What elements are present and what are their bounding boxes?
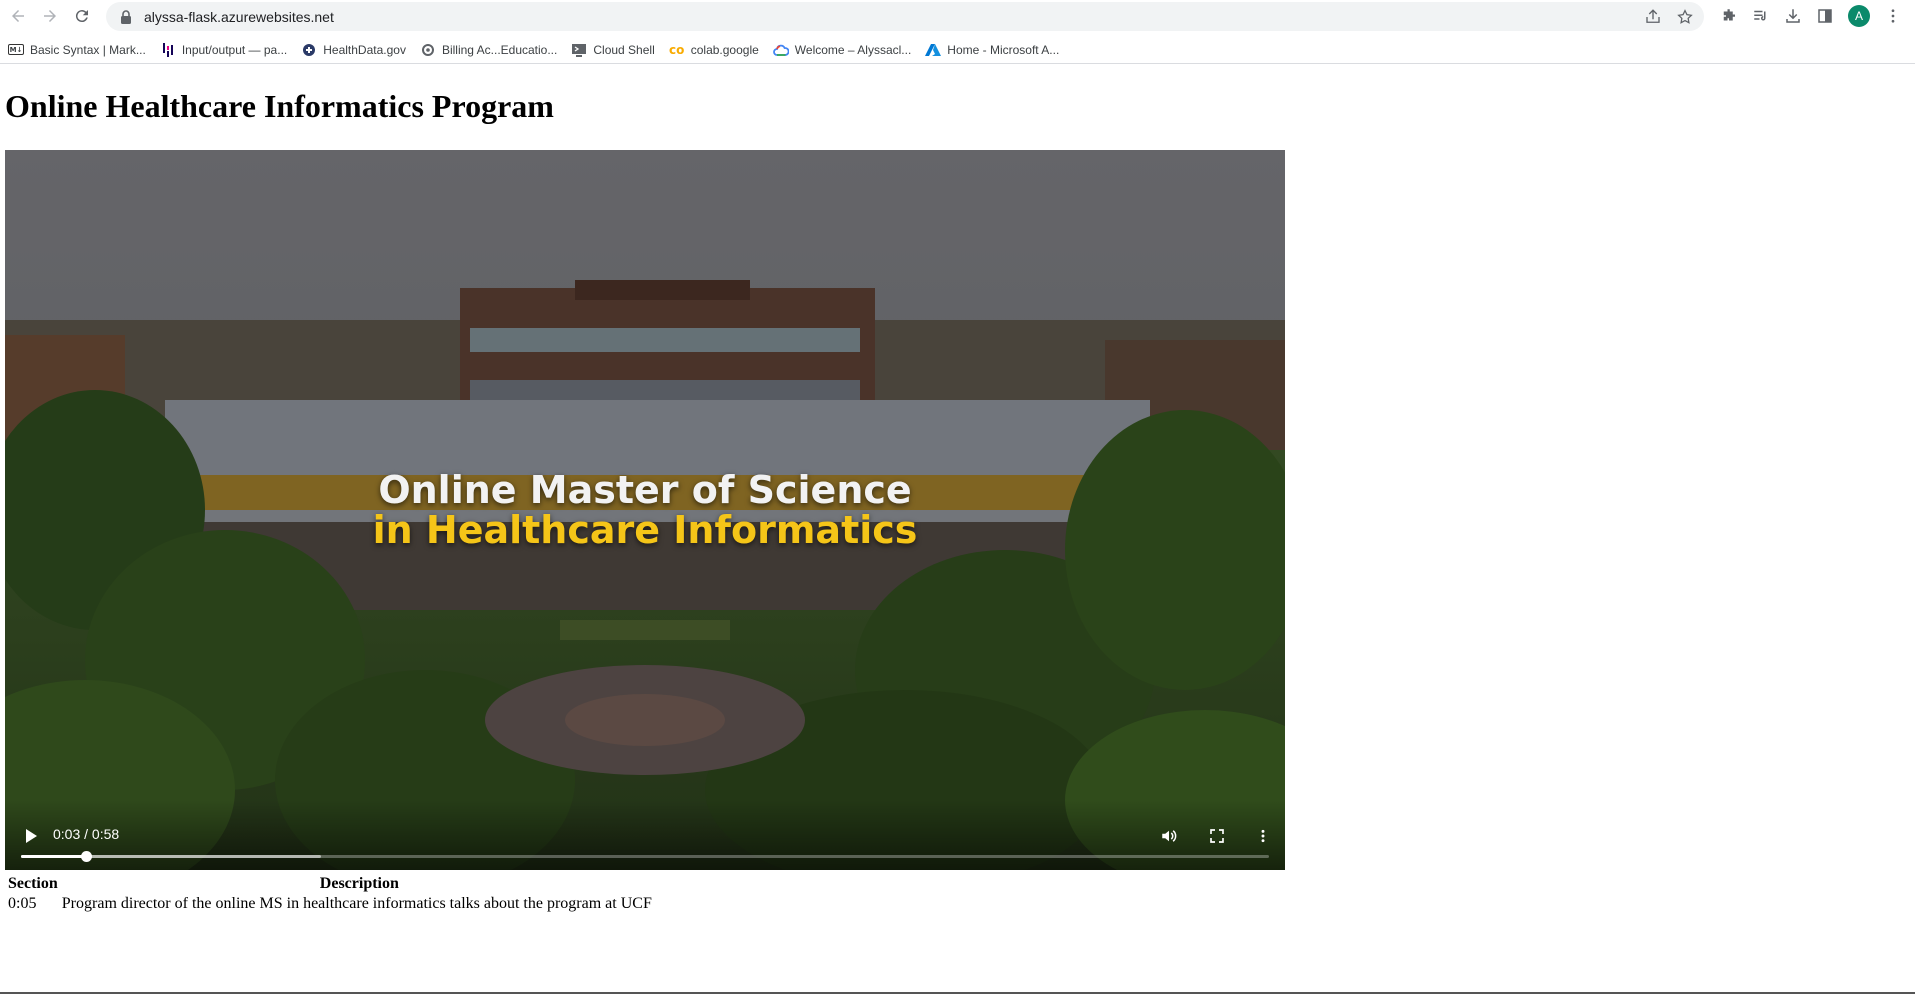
healthdata-icon <box>301 42 317 58</box>
extensions-icon[interactable] <box>1720 7 1738 25</box>
bookmark-item[interactable]: HealthData.gov <box>301 38 406 62</box>
pandas-icon <box>160 42 176 58</box>
bookmark-label: colab.google <box>690 42 759 57</box>
bookmark-item[interactable]: Billing Ac...Educatio... <box>420 38 557 62</box>
bookmark-label: Welcome – Alyssacl... <box>794 42 912 57</box>
section-header: Section <box>8 875 58 892</box>
video-player[interactable]: Online Master of Science in Healthcare I… <box>5 150 1285 870</box>
reload-icon <box>75 10 88 23</box>
cloud-shell-icon <box>571 42 587 58</box>
back-button[interactable] <box>2 0 34 32</box>
address-bar[interactable]: alyssa-flask.azurewebsites.net <box>106 2 1704 31</box>
url-text[interactable]: alyssa-flask.azurewebsites.net <box>144 9 334 25</box>
bookmark-label: Basic Syntax | Mark... <box>30 42 146 57</box>
bookmark-item[interactable]: Welcome – Alyssacl... <box>772 38 912 62</box>
azure-icon <box>925 42 942 58</box>
bookmark-label: Cloud Shell <box>593 42 655 57</box>
bookmark-item[interactable]: co colab.google <box>669 38 759 62</box>
more-vert-icon <box>1261 829 1265 843</box>
description-header: Description <box>319 875 399 892</box>
page-title: Online Healthcare Informatics Program <box>5 88 554 124</box>
play-button[interactable] <box>19 824 43 848</box>
video-controls: 0:03 / 0:58 <box>5 800 1285 870</box>
side-panel-icon[interactable] <box>1816 7 1834 25</box>
download-icon[interactable] <box>1784 7 1802 25</box>
browser-toolbar: alyssa-flask.azurewebsites.net A <box>0 0 1915 32</box>
video-overlay-subtitle: in Healthcare Informatics <box>372 508 918 552</box>
markdown-icon: M↓ <box>8 44 24 55</box>
sections-table: Section Description 0:05 Program directo… <box>6 874 654 914</box>
fullscreen-icon <box>1210 829 1224 843</box>
google-cloud-icon <box>772 42 789 58</box>
fullscreen-button[interactable] <box>1205 824 1229 848</box>
bookmark-item[interactable]: Home - Microsoft A... <box>925 38 1059 62</box>
bookmark-item[interactable]: Input/output — pa... <box>160 38 287 62</box>
section-description: Program director of the online MS in hea… <box>61 895 652 912</box>
bookmark-label: Home - Microsoft A... <box>947 42 1060 57</box>
table-row: 0:05 Program director of the online MS i… <box>6 894 654 914</box>
play-icon <box>26 829 37 843</box>
progress-thumb[interactable] <box>80 851 92 862</box>
more-options-button[interactable] <box>1251 824 1275 848</box>
bookmark-item[interactable]: M↓ Basic Syntax | Mark... <box>8 38 146 62</box>
kebab-menu-icon[interactable] <box>1884 7 1902 25</box>
mute-button[interactable] <box>1157 824 1181 848</box>
reading-list-icon[interactable] <box>1752 7 1770 25</box>
bookmarks-bar: M↓ Basic Syntax | Mark... Input/output —… <box>0 36 1915 64</box>
lock-icon <box>118 9 134 25</box>
reload-button[interactable] <box>66 0 98 32</box>
bookmark-label: HealthData.gov <box>323 42 406 57</box>
star-bookmark-icon[interactable] <box>1676 8 1694 26</box>
bookmark-label: Input/output — pa... <box>181 42 288 57</box>
video-overlay-title: Online Master of Science <box>378 468 912 512</box>
section-time: 0:05 <box>8 895 37 912</box>
progress-bar[interactable] <box>21 851 1269 862</box>
time-display: 0:03 / 0:58 <box>53 826 120 842</box>
forward-arrow-icon <box>44 10 56 22</box>
bookmark-label: Billing Ac...Educatio... <box>441 42 558 57</box>
bookmark-item[interactable]: Cloud Shell <box>571 38 655 62</box>
settings-icon <box>420 42 436 58</box>
back-arrow-icon <box>12 10 24 22</box>
table-header-row: Section Description <box>6 874 654 894</box>
profile-avatar[interactable]: A <box>1848 5 1870 27</box>
progress-played <box>21 855 86 858</box>
forward-button[interactable] <box>34 0 66 32</box>
share-icon[interactable] <box>1644 8 1662 26</box>
volume-icon <box>1162 830 1177 842</box>
colab-icon: co <box>669 42 685 57</box>
